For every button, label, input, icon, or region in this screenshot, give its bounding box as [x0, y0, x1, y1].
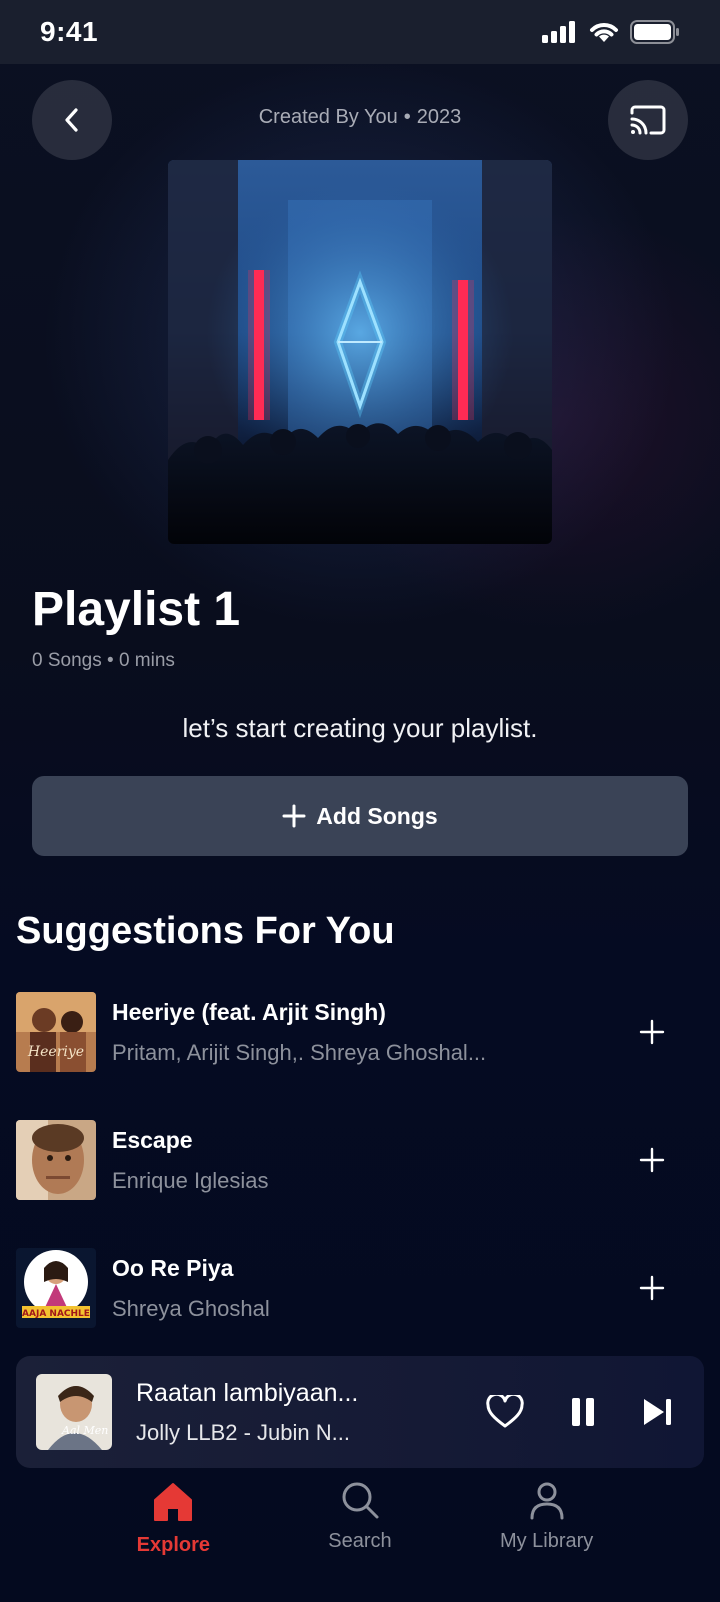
created-year: 2023	[416, 106, 462, 128]
home-icon	[154, 1483, 193, 1521]
song-info: Oo Re Piya Shreya Ghoshal	[112, 1255, 624, 1322]
status-bar: 9:41	[0, 0, 720, 64]
playlist-cover-image	[168, 160, 552, 544]
pause-icon[interactable]	[570, 1397, 596, 1427]
player-controls	[486, 1395, 674, 1429]
playlist-title: Playlist 1	[32, 583, 241, 636]
add-to-playlist-button[interactable]	[624, 1260, 680, 1316]
suggestion-row[interactable]: AAJA NACHLE Oo Re Piya Shreya Ghoshal	[16, 1248, 704, 1328]
song-title: Oo Re Piya	[112, 1254, 234, 1281]
song-info: Escape Enrique Iglesias	[112, 1127, 624, 1194]
status-icons	[542, 20, 680, 44]
playlist-meta: 0 Songs • 0 mins	[32, 650, 175, 672]
plus-icon	[639, 1019, 665, 1045]
add-songs-button[interactable]: Add Songs	[32, 776, 688, 856]
add-to-playlist-button[interactable]	[624, 1132, 680, 1188]
song-artist: Pritam, Arijit Singh,. Shreya Ghoshal...	[112, 1039, 487, 1065]
now-playing-title: Raatan lambiyaan...	[136, 1378, 359, 1407]
suggestion-row[interactable]: Heeriye Heeriye (feat. Arjit Singh) Prit…	[16, 992, 704, 1072]
plus-icon	[282, 804, 306, 828]
nav-my-library-label: My Library	[499, 1530, 594, 1552]
song-artist: Enrique Iglesias	[112, 1167, 269, 1193]
album-art-thumbnail: Heeriye	[16, 992, 96, 1072]
svg-text:Aal Men: Aal Men	[61, 1424, 108, 1437]
bottom-navigation: Explore Search My Library	[0, 1480, 720, 1602]
now-playing-subtitle: Jolly LLB2 - Jubin N...	[136, 1419, 350, 1445]
nav-search[interactable]: Search	[285, 1480, 435, 1553]
nav-my-library[interactable]: My Library	[472, 1480, 622, 1553]
svg-text:Heeriye: Heeriye	[27, 1044, 84, 1060]
cast-button[interactable]	[608, 80, 688, 160]
mini-player[interactable]: Aal Men Raatan lambiyaan... Jolly LLB2 -…	[16, 1356, 704, 1468]
signal-icon	[542, 21, 575, 43]
nav-explore[interactable]: Explore	[98, 1480, 248, 1557]
nav-search-label: Search	[328, 1530, 392, 1552]
now-playing-thumbnail: Aal Men	[36, 1374, 112, 1450]
battery-icon	[630, 20, 679, 44]
nav-explore-label: Explore	[136, 1534, 210, 1556]
playlist-screen: 9:41 Created By You • 2023 Playlist 1 0 …	[0, 0, 720, 1602]
album-art-thumbnail	[16, 1120, 96, 1200]
now-playing-info: Raatan lambiyaan... Jolly LLB2 - Jubin N…	[136, 1379, 486, 1446]
svg-text:AAJA NACHLE: AAJA NACHLE	[22, 1309, 90, 1319]
user-icon	[530, 1482, 564, 1520]
plus-icon	[639, 1275, 665, 1301]
suggestion-row[interactable]: Escape Enrique Iglesias	[16, 1120, 704, 1200]
add-to-playlist-button[interactable]	[624, 1004, 680, 1060]
skip-next-icon[interactable]	[642, 1397, 674, 1427]
playlist-duration: 0 mins	[118, 650, 175, 671]
album-art-thumbnail: AAJA NACHLE	[16, 1248, 96, 1328]
created-by-label: Created By You	[258, 106, 398, 128]
status-time: 9:41	[40, 16, 99, 47]
heart-icon[interactable]	[486, 1395, 524, 1429]
song-artist: Shreya Ghoshal	[112, 1295, 270, 1321]
song-title: Escape	[112, 1126, 193, 1153]
songs-count: 0 Songs	[32, 650, 102, 671]
separator-dot: •	[403, 106, 411, 128]
wifi-icon	[590, 23, 618, 42]
search-icon	[342, 1482, 379, 1519]
add-songs-label: Add Songs	[316, 802, 438, 829]
separator-dot: •	[107, 650, 119, 671]
song-title: Heeriye (feat. Arjit Singh)	[112, 998, 386, 1025]
song-info: Heeriye (feat. Arjit Singh) Pritam, Arij…	[112, 999, 624, 1066]
plus-icon	[639, 1147, 665, 1173]
cast-icon	[630, 105, 666, 135]
suggestions-title: Suggestions For You	[16, 910, 395, 952]
empty-playlist-prompt: let’s start creating your playlist.	[182, 713, 538, 743]
